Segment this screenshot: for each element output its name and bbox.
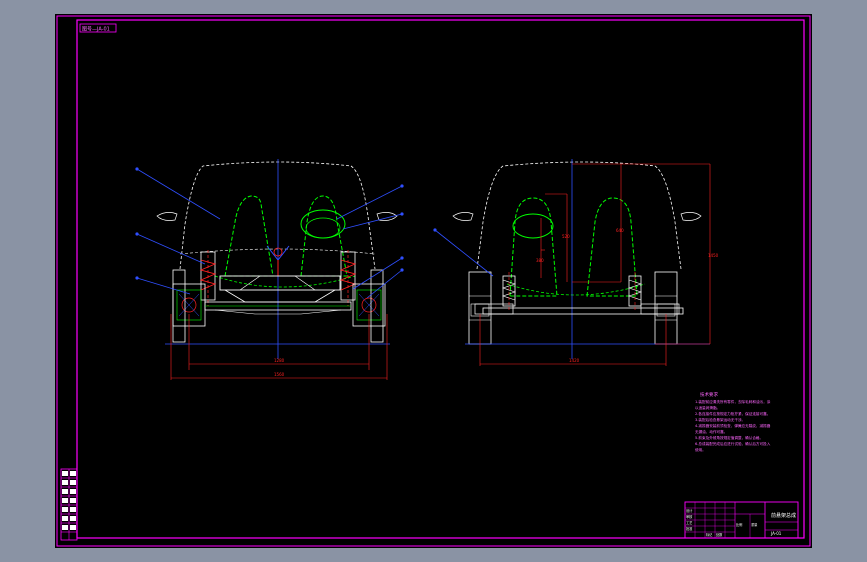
dim-h1-label: 380 bbox=[536, 258, 544, 263]
notes-title: 技术要求 bbox=[700, 391, 718, 398]
left-revision-strip bbox=[60, 468, 78, 541]
dim-track-outer-label: 1560 bbox=[274, 372, 285, 377]
note-line: 3.装配后检查悬架运动无干涉。 bbox=[695, 417, 745, 422]
tb-label: 重量 bbox=[751, 522, 758, 527]
headrest-ring-rear bbox=[512, 213, 554, 239]
technical-notes: 技术要求 1.装配前应清洗所有零件，去除毛刺和油污，涂 以适量润滑脂。 2.各连… bbox=[695, 391, 771, 452]
drawing-sheet[interactable]: 图号—JA-01 1280 1560 1450 640 520 380 1420… bbox=[55, 14, 812, 548]
seat-rear-left bbox=[509, 197, 558, 297]
note-line: 以适量润滑脂。 bbox=[695, 405, 720, 410]
dim-track-inner-label: 1280 bbox=[274, 358, 285, 363]
tb-label: 批准 bbox=[686, 526, 693, 531]
drawing-canvas: 图号—JA-01 1280 1560 1450 640 520 380 1420… bbox=[56, 15, 811, 547]
title-block[interactable]: 设计 审核 工艺 批准 标记 处数 比例 重量 前悬架总成 JA-01 bbox=[684, 501, 799, 539]
title-block-code: JA-01 bbox=[770, 531, 782, 536]
seat-right bbox=[300, 195, 348, 277]
cad-viewer: 图号—JA-01 1280 1560 1450 640 520 380 1420… bbox=[0, 0, 867, 562]
dim-rear-track-label: 1420 bbox=[569, 358, 580, 363]
tb-label: 审核 bbox=[686, 514, 693, 519]
note-line: 2.各连接件应按规定力矩拧紧，保证连接可靠。 bbox=[695, 411, 770, 416]
rear-dims bbox=[479, 163, 711, 366]
inner-frame bbox=[76, 19, 805, 539]
note-line: 5.前束及外倾角按规定值调整，确认合格。 bbox=[695, 435, 763, 440]
body-outline-rear bbox=[476, 161, 682, 270]
rear-view[interactable]: 1450 640 520 380 1420 bbox=[433, 159, 719, 366]
tb-label: 工艺 bbox=[686, 520, 692, 525]
body-outline-front bbox=[179, 161, 376, 270]
note-line: 无漏油，动作可靠。 bbox=[695, 429, 727, 434]
subframe bbox=[219, 275, 341, 291]
dim-h3-label: 640 bbox=[616, 228, 624, 233]
wheel-left bbox=[172, 269, 186, 343]
dim-height-label: 1450 bbox=[708, 253, 719, 258]
mirror-left bbox=[156, 212, 178, 221]
sheet-tag: 图号—JA-01 bbox=[82, 27, 110, 33]
leader-rear bbox=[434, 229, 494, 277]
tb-label: 设计 bbox=[686, 508, 693, 513]
note-line: 1.装配前应清洗所有零件，去除毛刺和油污，涂 bbox=[695, 399, 771, 404]
seat-left bbox=[224, 195, 274, 277]
note-line: 6.总成装配完成后应进行试验，确认后方可投入 bbox=[695, 441, 771, 446]
dim-h2-label: 520 bbox=[562, 234, 570, 239]
note-line: 4.减振器安装前须检查，弹簧应无裂纹，减振器 bbox=[695, 423, 771, 428]
outer-border bbox=[56, 15, 811, 547]
tb-label: 处数 bbox=[716, 532, 723, 537]
title-block-name: 前悬架总成 bbox=[771, 512, 796, 519]
strut-left bbox=[199, 250, 217, 306]
note-line: 使用。 bbox=[695, 447, 706, 452]
tb-label: 比例 bbox=[736, 522, 742, 527]
seat-rear-right bbox=[586, 197, 638, 297]
shock-rear-right bbox=[628, 272, 642, 310]
front-view[interactable]: 1280 1560 bbox=[135, 159, 404, 380]
tb-label: 标记 bbox=[706, 532, 713, 537]
